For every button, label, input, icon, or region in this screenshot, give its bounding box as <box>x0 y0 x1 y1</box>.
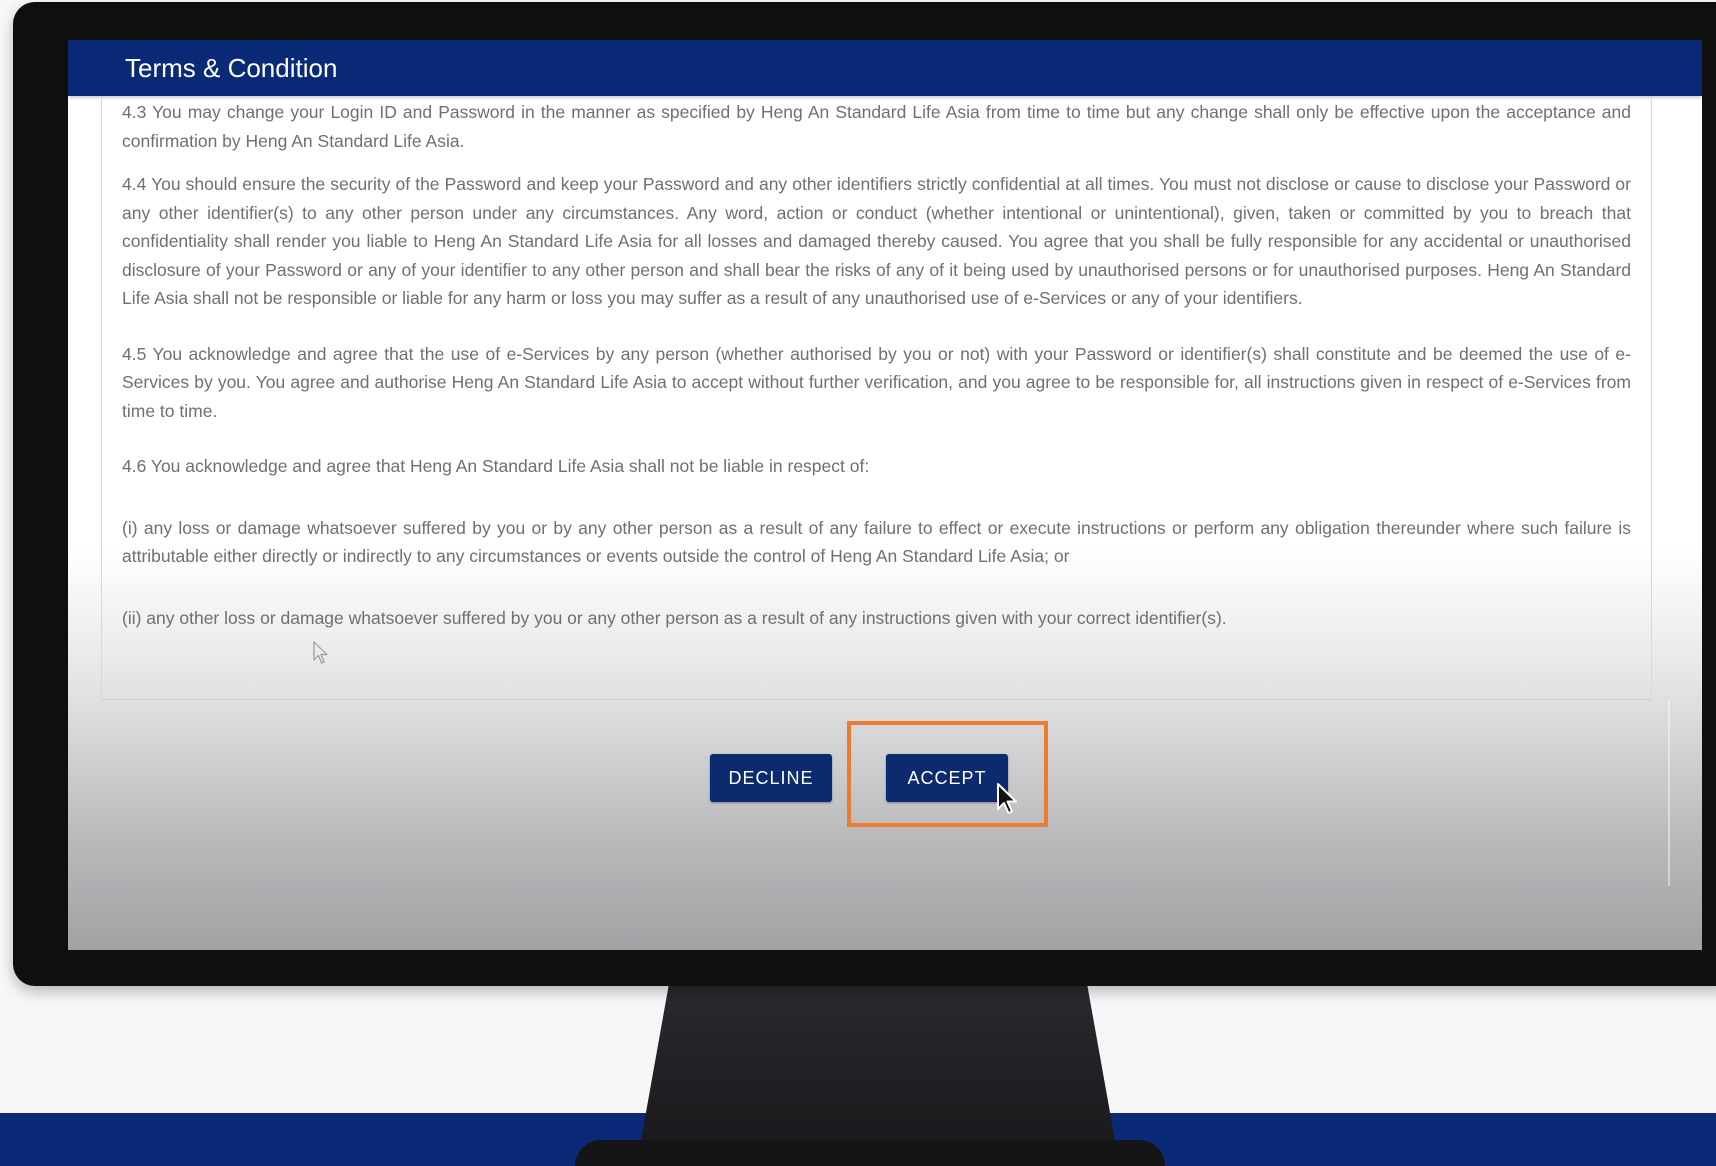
scrollbar-track[interactable] <box>1668 700 1670 886</box>
terms-dialog: Terms & Condition 4.3 You may change you… <box>68 40 1702 950</box>
terms-clause-4-4: 4.4 You should ensure the security of th… <box>122 174 1631 308</box>
faint-cursor-icon <box>313 641 328 664</box>
monitor-bezel: Terms & Condition 4.3 You may change you… <box>13 2 1716 986</box>
terms-clause-4-6-i: (i) any loss or damage whatsoever suffer… <box>122 517 1631 567</box>
dialog-title: Terms & Condition <box>125 53 338 83</box>
monitor-stand <box>640 986 1116 1146</box>
terms-content: 4.3 You may change your Login ID and Pas… <box>122 96 1631 632</box>
mouse-pointer-icon <box>997 783 1017 814</box>
monitor-stand-base <box>575 1140 1165 1166</box>
terms-clause-4-6-ii: (ii) any other loss or damage whatsoever… <box>122 607 1227 628</box>
dialog-header: Terms & Condition <box>68 40 1702 96</box>
terms-scroll-area[interactable]: 4.3 You may change your Login ID and Pas… <box>101 96 1652 700</box>
decline-button[interactable]: DECLINE <box>710 754 832 802</box>
terms-clause-4-6: 4.6 You acknowledge and agree that Heng … <box>122 456 870 476</box>
terms-clause-4-5: 4.5 You acknowledge and agree that the u… <box>122 343 1631 421</box>
terms-clause-4-3: 4.3 You may change your Login ID and Pas… <box>122 102 1631 151</box>
